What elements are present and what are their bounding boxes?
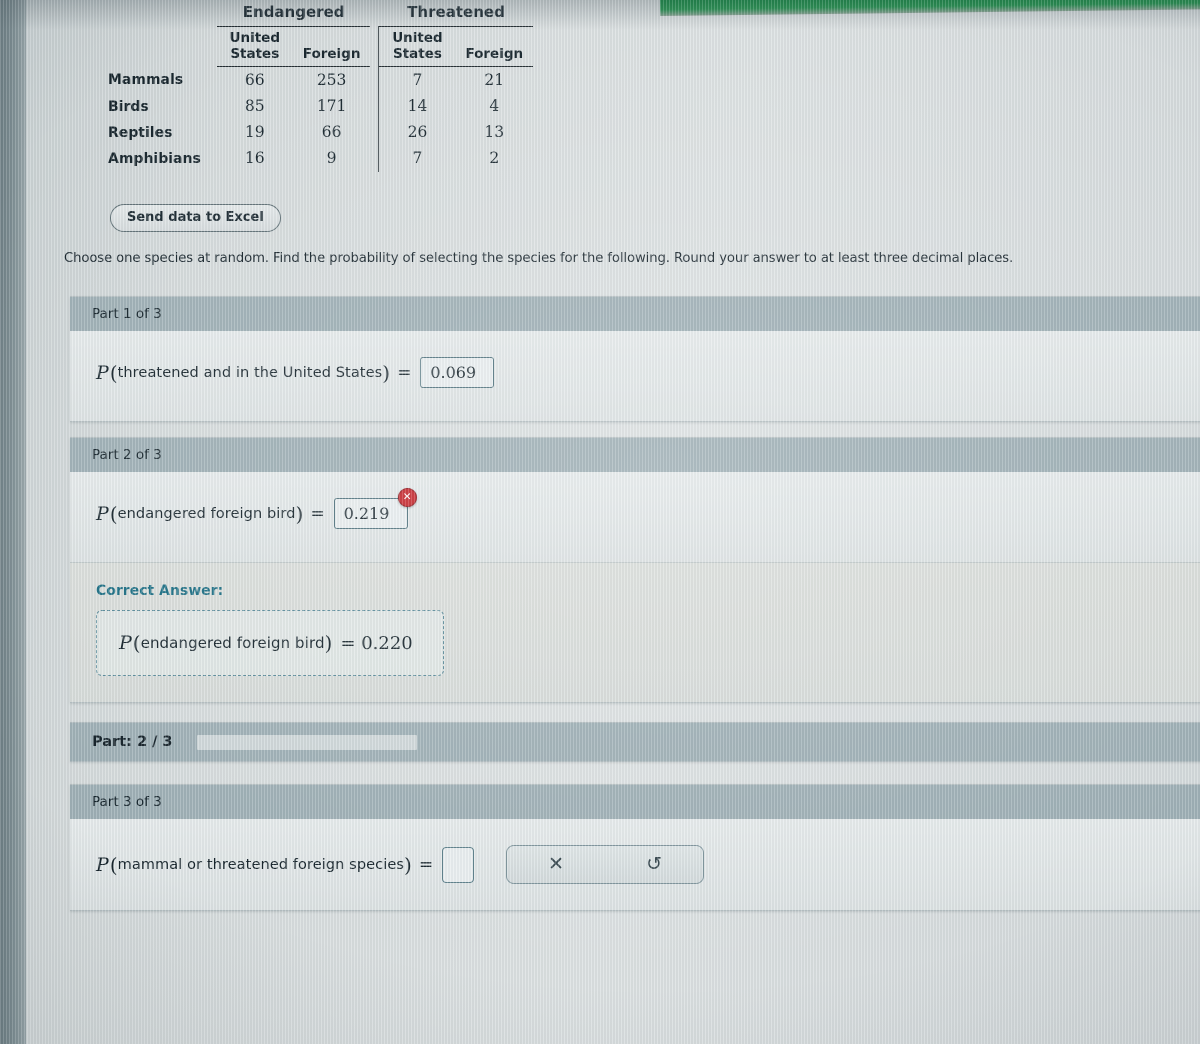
close-paren: ) bbox=[295, 501, 304, 526]
subheader-threatened-foreign: Foreign bbox=[455, 26, 534, 67]
part-3-header: Part 3 of 3 bbox=[70, 785, 1200, 819]
incorrect-x-icon: ✕ bbox=[397, 488, 417, 507]
probability-symbol: P bbox=[119, 632, 132, 654]
subheader-line2: States bbox=[392, 45, 442, 62]
correct-answer-box: P(endangered foreign bird) = 0.220 bbox=[96, 610, 444, 676]
correct-answer-argument: endangered foreign bird bbox=[140, 634, 325, 652]
progress-label: Part: 2 / 3 bbox=[92, 734, 173, 750]
part-1-card: Part 1 of 3 P(threatened and in the Unit… bbox=[70, 296, 1200, 422]
group-gap-2 bbox=[370, 26, 379, 66]
correct-answer-expression: P(endangered foreign bird) = 0.220 bbox=[119, 631, 413, 655]
cell-mammals-endangered-us: 66 bbox=[244, 70, 265, 89]
subheader-endangered-us: United States bbox=[216, 26, 293, 67]
undo-icon[interactable]: ↺ bbox=[636, 855, 672, 874]
subheader-line1: United bbox=[392, 29, 443, 46]
open-paren: ( bbox=[109, 360, 118, 385]
part-2-correct-answer-region: Correct Answer: P(endangered foreign bir… bbox=[70, 562, 1200, 702]
row-label-amphibians: Amphibians bbox=[108, 151, 201, 168]
part-3-expression: P(mammal or threatened foreign species) … bbox=[96, 845, 1200, 884]
part-3-answer-input[interactable] bbox=[442, 846, 475, 883]
send-data-to-excel-button[interactable]: Send data to Excel bbox=[110, 204, 281, 232]
probability-symbol: P bbox=[96, 361, 109, 384]
subheader-endangered-foreign: Foreign bbox=[292, 26, 371, 67]
open-paren: ( bbox=[132, 631, 141, 655]
cell-amphibians-threatened-foreign: 2 bbox=[489, 149, 500, 168]
progress-track bbox=[196, 734, 417, 750]
part-1-expression: P(threatened and in the United States) =… bbox=[96, 357, 1200, 388]
group-header-threatened: Threatened bbox=[378, 3, 534, 27]
probability-symbol: P bbox=[96, 853, 109, 876]
cell-mammals-threatened-foreign: 21 bbox=[484, 70, 505, 89]
row-label-mammals: Mammals bbox=[108, 72, 184, 89]
probability-symbol: P bbox=[96, 502, 109, 525]
table-row: Birds 85 171 14 4 bbox=[108, 92, 533, 120]
part-3-argument: mammal or threatened foreign species bbox=[117, 856, 405, 873]
table-row: Reptiles 19 66 26 13 bbox=[108, 119, 533, 146]
instructions-text: Choose one species at random. Find the p… bbox=[64, 251, 1014, 266]
part-3-card: Part 3 of 3 P(mammal or threatened forei… bbox=[70, 784, 1200, 911]
equals-sign: = bbox=[418, 854, 434, 875]
species-data-table: Endangered Threatened United States Fore… bbox=[108, 3, 588, 172]
equals-sign: = bbox=[310, 503, 325, 524]
part-1-body: P(threatened and in the United States) =… bbox=[70, 331, 1200, 421]
cell-amphibians-endangered-us: 16 bbox=[244, 149, 265, 168]
part-1-answer-input[interactable]: 0.069 bbox=[420, 357, 495, 388]
cell-birds-endangered-foreign: 171 bbox=[316, 96, 347, 115]
table-corner-cell bbox=[108, 4, 217, 26]
cell-birds-threatened-us: 14 bbox=[378, 92, 456, 120]
cell-amphibians-endangered-foreign: 9 bbox=[326, 149, 337, 168]
part-progress-bar: Part: 2 / 3 bbox=[70, 722, 1200, 762]
table-row: Mammals 66 253 7 21 bbox=[108, 66, 533, 93]
clear-icon[interactable]: ✕ bbox=[538, 855, 574, 874]
subheader-threatened-us: United States bbox=[378, 26, 456, 67]
part-3-body: P(mammal or threatened foreign species) … bbox=[70, 819, 1200, 910]
close-paren: ) bbox=[324, 631, 333, 655]
cell-birds-endangered-us: 85 bbox=[244, 96, 265, 115]
part-2-expression: P(endangered foreign bird) = 0.219 ✕ bbox=[96, 488, 1200, 529]
part-3-tool-buttons: ✕ ↺ bbox=[506, 845, 705, 884]
group-header-endangered: Endangered bbox=[216, 3, 371, 27]
part-2-answer-wrapper: 0.219 ✕ bbox=[333, 488, 417, 529]
close-paren: ) bbox=[382, 360, 391, 385]
open-paren: ( bbox=[109, 852, 118, 877]
subheader-line1: United bbox=[229, 29, 281, 46]
part-1-argument: threatened and in the United States bbox=[117, 364, 383, 381]
cell-mammals-endangered-foreign: 253 bbox=[316, 70, 347, 89]
table-corner-cell-2 bbox=[108, 26, 217, 66]
close-paren: ) bbox=[404, 852, 412, 877]
equals-sign: = bbox=[397, 362, 412, 383]
cell-reptiles-threatened-foreign: 13 bbox=[484, 123, 505, 142]
cell-reptiles-endangered-foreign: 66 bbox=[321, 123, 342, 142]
cell-amphibians-threatened-us: 7 bbox=[378, 145, 456, 172]
part-2-answer-input[interactable]: 0.219 bbox=[333, 498, 408, 529]
part-2-argument: endangered foreign bird bbox=[117, 505, 296, 522]
cell-reptiles-endangered-us: 19 bbox=[244, 123, 265, 142]
row-label-birds: Birds bbox=[108, 98, 149, 115]
open-paren: ( bbox=[109, 501, 118, 526]
cell-birds-threatened-foreign: 4 bbox=[489, 96, 500, 115]
cell-reptiles-threatened-us: 26 bbox=[378, 119, 456, 146]
part-1-header: Part 1 of 3 bbox=[70, 297, 1200, 331]
part-2-header: Part 2 of 3 bbox=[70, 438, 1200, 472]
table-row: Amphibians 16 9 7 2 bbox=[108, 145, 533, 172]
correct-answer-label: Correct Answer: bbox=[96, 583, 224, 599]
part-2-body: P(endangered foreign bird) = 0.219 ✕ bbox=[70, 472, 1200, 562]
correct-answer-result: = 0.220 bbox=[340, 632, 413, 654]
subheader-line2: States bbox=[230, 45, 280, 62]
group-gap bbox=[370, 4, 379, 26]
left-bezel-strip bbox=[0, 0, 26, 1044]
row-label-reptiles: Reptiles bbox=[108, 124, 173, 141]
part-2-card: Part 2 of 3 P(endangered foreign bird) =… bbox=[70, 437, 1200, 703]
cell-mammals-threatened-us: 7 bbox=[378, 66, 456, 93]
